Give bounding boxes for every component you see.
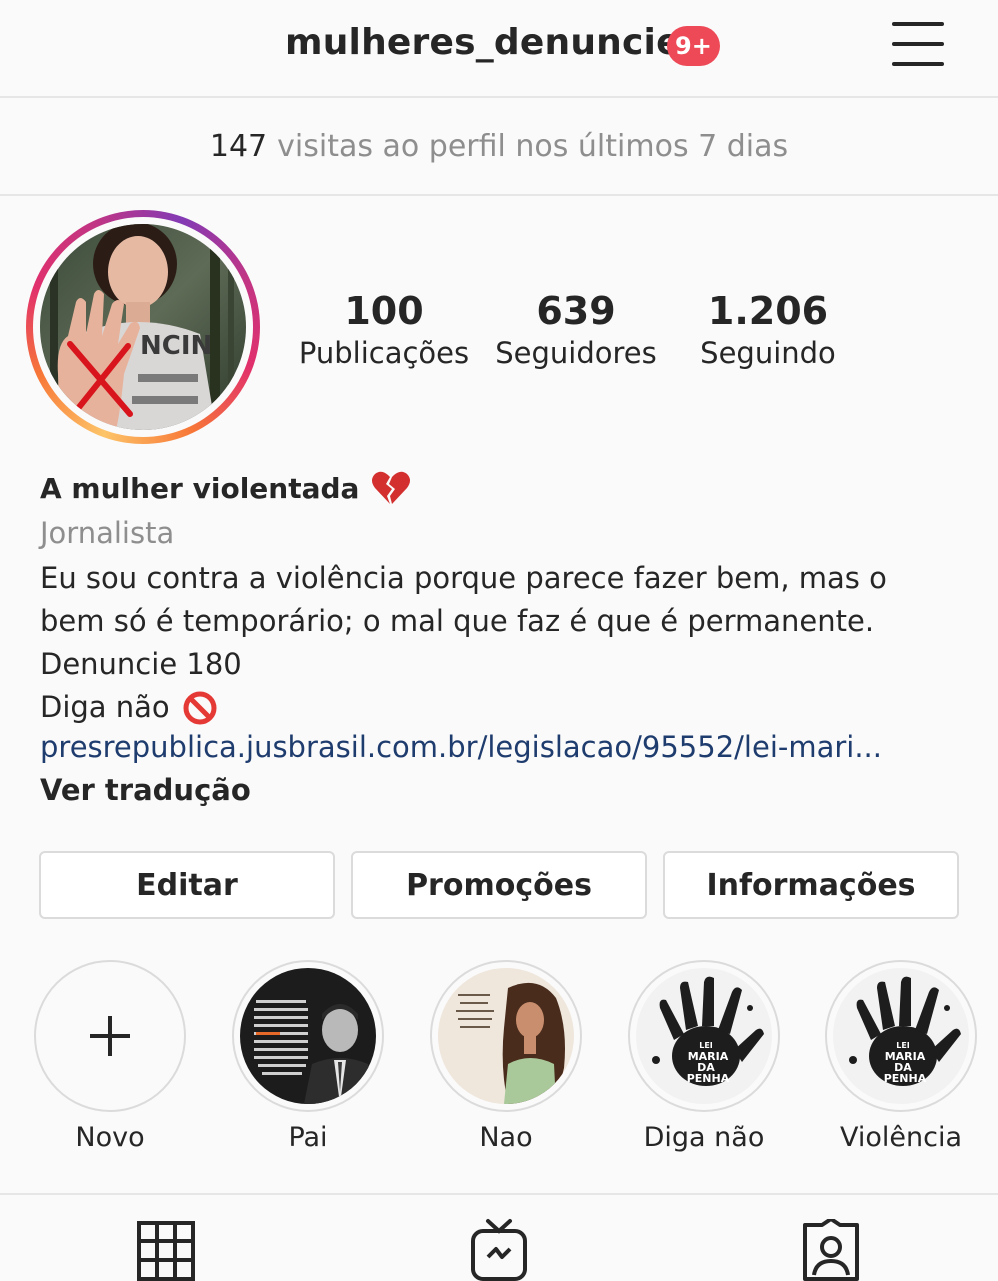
highlight-nao[interactable]: Nao [430, 960, 582, 1153]
highlight-pai-image [240, 968, 376, 1104]
highlight-diga-nao[interactable]: LEI MARIA DA PENHA Diga não [628, 960, 780, 1153]
profile-visits-insight[interactable]: 147 visitas ao perfil nos últimos 7 dias [0, 98, 998, 196]
plus-icon [90, 1016, 130, 1056]
stat-followers-label: Seguidores [495, 336, 657, 370]
stat-posts-label: Publicações [298, 336, 470, 370]
grid-icon[interactable] [137, 1221, 195, 1281]
bio-link[interactable]: presrepublica.jusbrasil.com.br/legislaca… [40, 730, 882, 764]
highlight-label: Nao [479, 1122, 533, 1153]
igtv-icon[interactable] [470, 1217, 528, 1281]
highlight-new[interactable]: Novo [34, 960, 186, 1153]
avatar-shirt-text: NCIN [140, 331, 212, 361]
bio-line: Diga não [40, 690, 170, 724]
highlight-label: Violência [839, 1122, 962, 1153]
prohibited-icon [183, 691, 217, 724]
display-name-text: A mulher violentada [40, 471, 360, 505]
visits-label: visitas ao perfil nos últimos 7 dias [277, 128, 789, 164]
stat-following[interactable]: 1.206 Seguindo [684, 288, 852, 372]
stat-posts[interactable]: 100 Publicações [296, 288, 472, 372]
maria-da-penha-text: LEI [896, 1041, 910, 1050]
profile-tab-bar [0, 1193, 998, 1281]
highlight-violencia-image: LEI MARIA DA PENHA [833, 968, 969, 1104]
notification-badge[interactable]: 9+ [667, 26, 720, 66]
highlight-label: Diga não [643, 1122, 765, 1153]
highlight-label: Pai [288, 1122, 328, 1153]
bio-line-with-icon: Diga não [40, 686, 980, 729]
stat-followers[interactable]: 639 Seguidores [488, 288, 664, 372]
see-translation-link[interactable]: Ver tradução [40, 773, 251, 807]
broken-heart-icon [372, 471, 411, 504]
stat-following-label: Seguindo [700, 336, 836, 370]
profile-avatar[interactable]: NCIN [26, 210, 260, 444]
insights-button[interactable]: Informações [663, 851, 959, 919]
bio-line: bem só é temporário; o mal que faz é que… [40, 604, 875, 638]
highlight-pai[interactable]: Pai [232, 960, 384, 1153]
bio-line: Denuncie 180 [40, 647, 242, 681]
profile-display-name: A mulher violentada [40, 470, 411, 506]
profile-username[interactable]: mulheres_denuncie [285, 22, 681, 63]
edit-profile-button[interactable]: Editar [39, 851, 335, 919]
profile-category: Jornalista [40, 516, 175, 550]
top-bar: mulheres_denuncie 9+ [0, 0, 998, 98]
profile-bio: Eu sou contra a violência porque parece … [40, 557, 980, 729]
highlight-violencia[interactable]: LEI MARIA DA PENHA Violência [825, 960, 977, 1153]
tagged-photos-icon[interactable] [802, 1219, 860, 1281]
stat-followers-value: 639 [536, 289, 616, 333]
maria-da-penha-text: PENHA [687, 1072, 730, 1085]
maria-da-penha-text: LEI [699, 1041, 713, 1050]
highlight-nao-image [438, 968, 574, 1104]
stat-following-value: 1.206 [707, 289, 829, 333]
highlight-diga-nao-image: LEI MARIA DA PENHA [636, 968, 772, 1104]
promotions-button[interactable]: Promoções [351, 851, 647, 919]
highlight-label: Novo [75, 1122, 145, 1153]
visits-count: 147 [209, 128, 268, 164]
maria-da-penha-text: PENHA [884, 1072, 927, 1085]
avatar-photo: NCIN [40, 224, 246, 430]
hamburger-menu-icon[interactable] [892, 22, 944, 66]
stat-posts-value: 100 [344, 289, 424, 333]
highlight-new-circle [34, 960, 186, 1112]
bio-line: Eu sou contra a violência porque parece … [40, 561, 887, 595]
